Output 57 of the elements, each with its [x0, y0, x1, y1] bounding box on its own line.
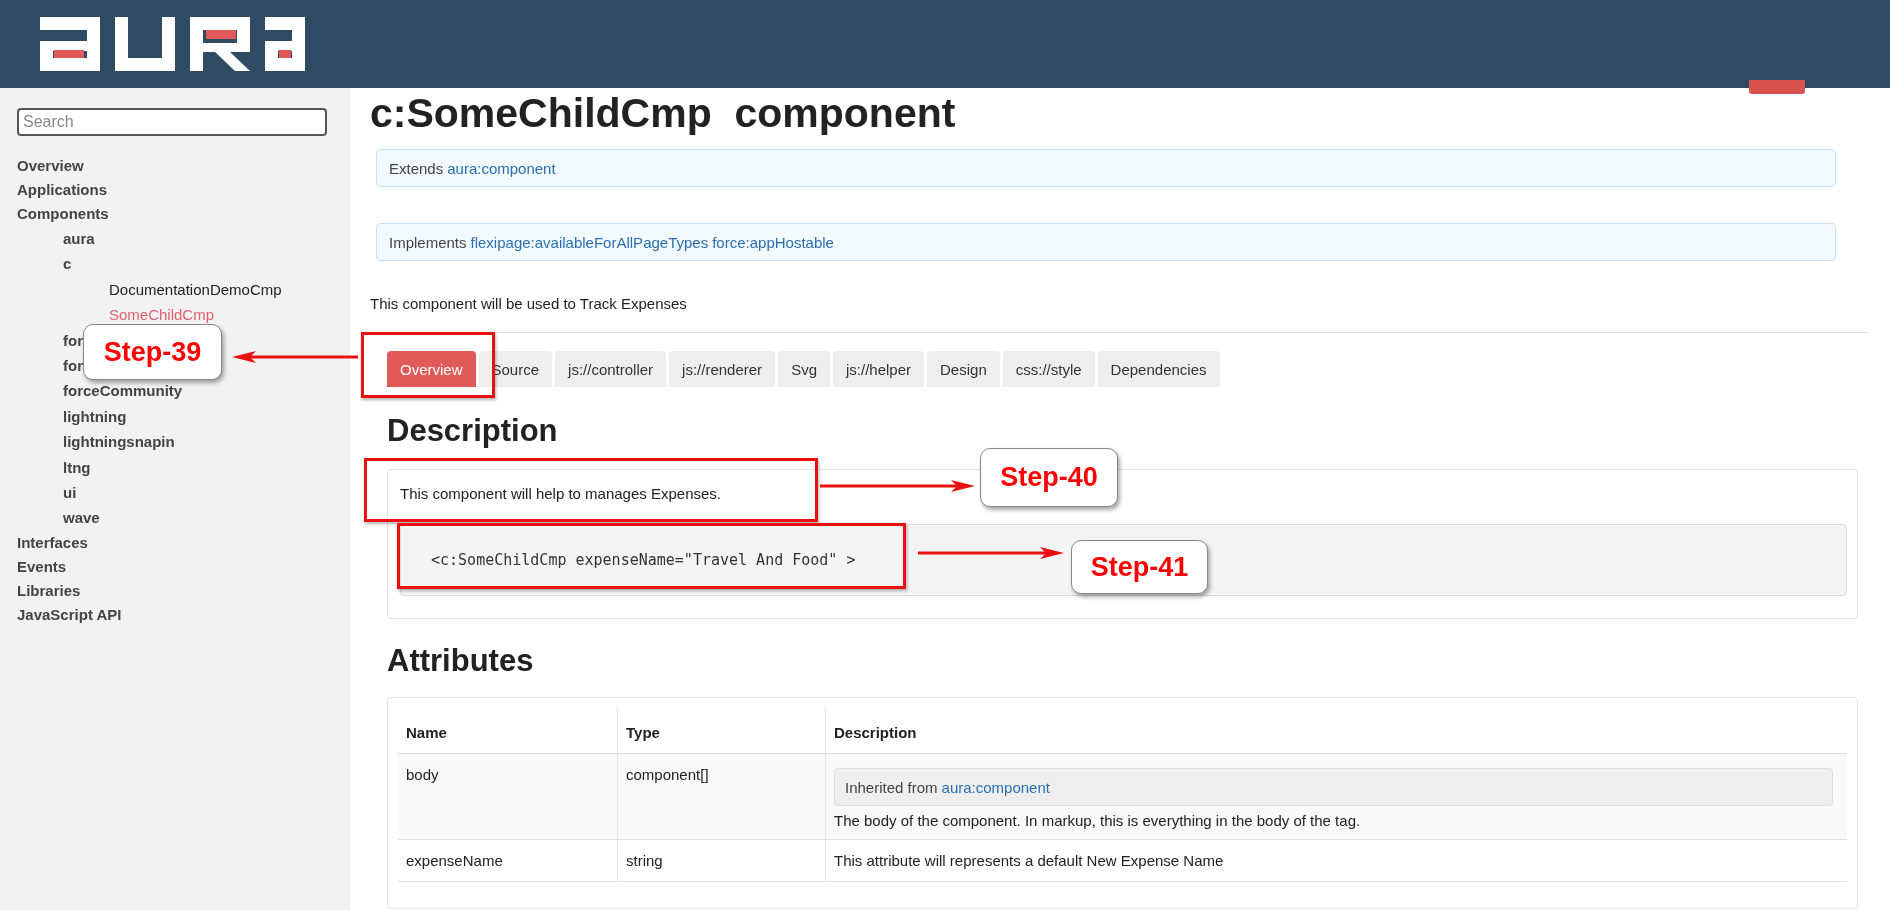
- nav-item[interactable]: Components: [17, 202, 109, 226]
- nav-item[interactable]: ui: [63, 480, 77, 506]
- nav-item[interactable]: wave: [63, 505, 100, 531]
- tab[interactable]: Design: [927, 351, 1000, 387]
- description-text: This attribute will represents a default New Expense Name: [834, 852, 1224, 869]
- logo-icon: [40, 17, 305, 71]
- status-tag: [1749, 80, 1805, 94]
- interface-link[interactable]: flexipage:availableForAllPageTypes: [470, 233, 709, 251]
- search-field[interactable]: Search: [17, 108, 327, 136]
- column-header: Description: [833, 723, 918, 743]
- nav-item[interactable]: JavaScript API: [17, 602, 122, 627]
- arrow-icon: [232, 349, 358, 365]
- step-callout: Step-39: [83, 324, 222, 380]
- extends-label: Extends: [389, 159, 444, 177]
- nav-item[interactable]: for: [63, 327, 83, 354]
- table-cell: string: [618, 840, 826, 881]
- nav-item[interactable]: for: [63, 353, 83, 379]
- nav-item[interactable]: lightning: [63, 403, 127, 430]
- tab[interactable]: Svg: [778, 351, 830, 387]
- nav-item[interactable]: lightningsnapin: [63, 429, 175, 455]
- section-heading: Attributes: [387, 643, 534, 679]
- description-text: This component will help to manages Expenses.: [400, 485, 721, 502]
- table-cell: expenseName: [398, 840, 618, 881]
- nav-item[interactable]: Libraries: [17, 578, 81, 603]
- table-cell: component[]: [618, 754, 826, 839]
- implements-label: Implements: [389, 233, 467, 251]
- section-heading: Description: [387, 413, 558, 449]
- step-callout: Step-40: [980, 448, 1118, 507]
- component-link[interactable]: aura:component: [941, 778, 1050, 796]
- interface-link[interactable]: force:appHostable: [712, 233, 834, 251]
- inherited-label: Inherited from: [845, 778, 938, 796]
- nav-item[interactable]: forceCommunity: [63, 378, 183, 404]
- tab[interactable]: js://controller: [555, 351, 667, 387]
- column-header: Name: [398, 708, 618, 753]
- arrow-icon: [918, 545, 1064, 561]
- nav-item[interactable]: aura: [63, 226, 95, 252]
- step-callout: Step-41: [1071, 540, 1208, 594]
- nav-item[interactable]: Interfaces: [17, 530, 88, 555]
- summary-text: This component will be used to Track Expenses: [370, 295, 687, 312]
- nav-item[interactable]: DocumentationDemoCmp: [109, 276, 282, 303]
- tab[interactable]: js://renderer: [669, 351, 776, 387]
- tab[interactable]: js://helper: [833, 351, 925, 387]
- table-cell: body: [398, 754, 618, 839]
- nav-item[interactable]: ltng: [63, 454, 91, 481]
- tab[interactable]: css://style: [1002, 351, 1095, 387]
- page-title: c:SomeChildCmp component: [370, 89, 956, 137]
- tab[interactable]: Overview: [387, 351, 476, 387]
- nav-item[interactable]: c: [63, 251, 72, 277]
- description-text: The body of the component. In markup, this is everything in the body of the tag.: [833, 812, 1361, 829]
- arrow-icon: [820, 478, 975, 494]
- nav-item[interactable]: Applications: [17, 178, 107, 202]
- nav-item[interactable]: Events: [17, 554, 67, 579]
- column-header: Type: [618, 708, 826, 753]
- component-link[interactable]: aura:component: [447, 159, 556, 177]
- tab[interactable]: Dependencies: [1097, 351, 1220, 387]
- code-text: <c:SomeChildCmp expenseName="Travel And Food" >: [431, 551, 856, 569]
- nav-item[interactable]: Overview: [17, 154, 84, 178]
